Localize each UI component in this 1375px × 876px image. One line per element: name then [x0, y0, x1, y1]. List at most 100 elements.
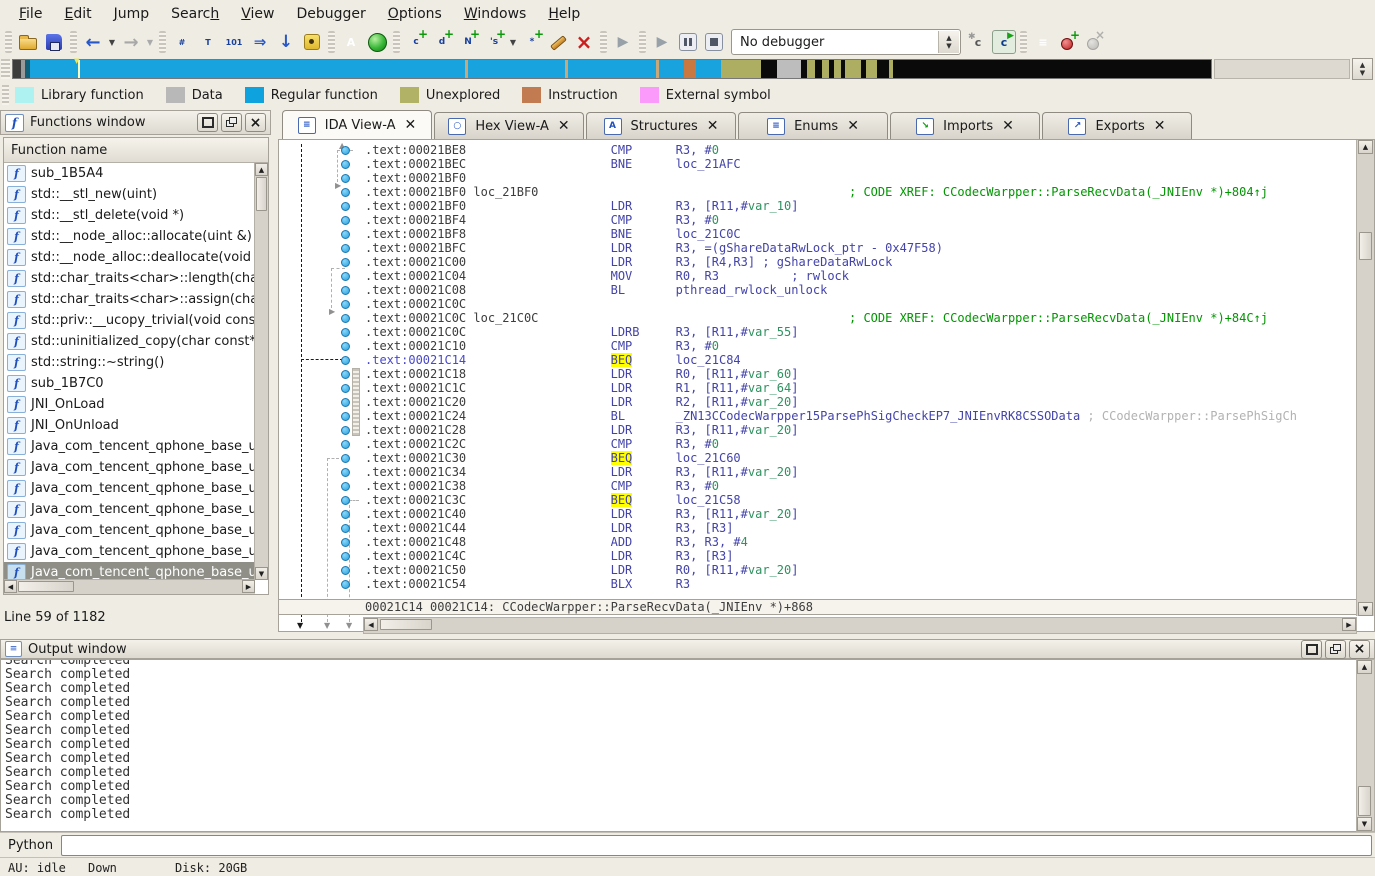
tab-structures[interactable]: AStructures✕ [586, 112, 736, 139]
functions-horizontal-scrollbar[interactable]: ◀ ▶ [4, 579, 255, 594]
scroll-left-icon[interactable]: ◀ [364, 618, 378, 631]
asm-line[interactable]: .text:00021C0CLDRBR3, [R11,#var_55] [365, 325, 1356, 339]
close-icon[interactable] [1349, 640, 1370, 659]
asm-line[interactable]: .text:00021C4CLDRR3, [R3] [365, 549, 1356, 563]
create-code-icon[interactable]: c [404, 30, 428, 54]
scroll-thumb[interactable] [18, 581, 74, 592]
function-item[interactable]: fJava_com_tencent_qphone_base_util_Code [4, 478, 255, 499]
navband-strip[interactable] [12, 59, 1212, 79]
asm-line[interactable]: .text:00021C14BEQloc_21C84 [365, 353, 1356, 367]
search-text-icon[interactable]: T [196, 30, 220, 54]
toolbar-grip[interactable] [1020, 31, 1027, 53]
caret-icon[interactable]: ▼ [107, 30, 117, 54]
debug-run-icon[interactable]: ▶ [650, 30, 674, 54]
asm-line[interactable]: .text:00021C48ADDR3, R3, #4 [365, 535, 1356, 549]
function-item[interactable]: fstd::uninitialized_copy(char const*,cha… [4, 331, 255, 352]
float-icon[interactable] [1325, 640, 1346, 659]
asm-line[interactable]: .text:00021C1CLDRR1, [R11,#var_64] [365, 381, 1356, 395]
function-item[interactable]: fstd::char_traits<char>::length(char con… [4, 268, 255, 289]
output-log[interactable]: Search completedSearch completedSearch c… [0, 659, 1358, 832]
function-item[interactable]: fstd::__node_alloc::deallocate(void *,ui… [4, 247, 255, 268]
menu-item-file[interactable]: File [8, 3, 53, 25]
add-breakpoint-icon[interactable] [1057, 30, 1081, 54]
asm-line[interactable]: .text:00021C18LDRR0, [R11,#var_60] [365, 367, 1356, 381]
asm-line[interactable]: .text:00021C08BLpthread_rwlock_unlock [365, 283, 1356, 297]
disassembly-vertical-scrollbar[interactable]: ▲ ▼ [1356, 140, 1374, 616]
function-name-column-header[interactable]: Function name [4, 138, 268, 163]
tab-exports[interactable]: ↗Exports✕ [1042, 112, 1192, 139]
asm-line[interactable]: .text:00021C50LDRR0, [R11,#var_20] [365, 563, 1356, 577]
scroll-left-icon[interactable]: ◀ [4, 580, 17, 593]
function-item[interactable]: fstd::__node_alloc::allocate(uint &) [4, 226, 255, 247]
asm-line[interactable]: .text:00021BF4CMPR3, #0 [365, 213, 1356, 227]
jump-forward-icon[interactable]: → [119, 30, 143, 54]
output-window-titlebar[interactable]: ≡ Output window [0, 639, 1375, 659]
spin-up-icon[interactable]: ▲ [1360, 61, 1365, 69]
output-vertical-scrollbar[interactable]: ▲ ▼ [1356, 659, 1375, 832]
caret-dim-icon[interactable]: ▼ [145, 30, 155, 54]
open-file-icon[interactable] [16, 30, 40, 54]
disassembly-listing[interactable]: .text:00021BE8CMPR3, #0.text:00021BECBNE… [365, 143, 1356, 593]
scroll-down-icon[interactable]: ▼ [1357, 817, 1372, 831]
asm-line[interactable]: .text:00021C10CMPR3, #0 [365, 339, 1356, 353]
asm-line[interactable]: .text:00021C04MOVR0, R3; rwlock [365, 269, 1356, 283]
function-item[interactable]: fJava_com_tencent_qphone_base_util_Code [4, 436, 255, 457]
search-again-icon[interactable]: ⇒ [248, 30, 272, 54]
function-item[interactable]: fstd::char_traits<char>::assign(char &,c… [4, 289, 255, 310]
legend-grip[interactable] [2, 85, 9, 105]
attach-process-icon[interactable]: c [966, 30, 990, 54]
function-item[interactable]: fsub_1B7C0 [4, 373, 255, 394]
close-icon[interactable]: ✕ [1154, 118, 1166, 134]
menu-item-view[interactable]: View [230, 3, 285, 25]
toolbar-grip[interactable] [393, 31, 400, 53]
scroll-thumb[interactable] [1358, 786, 1371, 816]
functions-window-titlebar[interactable]: f Functions window [0, 110, 271, 135]
scroll-right-icon[interactable]: ▶ [1342, 618, 1356, 631]
tab-ida-view-a[interactable]: ≡IDA View-A✕ [282, 110, 432, 139]
menu-item-windows[interactable]: Windows [453, 3, 538, 25]
asm-line[interactable]: .text:00021C24BL_ZN13CCodecWarpper15Pars… [365, 409, 1356, 423]
asm-line[interactable]: .text:00021BF0 loc_21BF0; CODE XREF: CCo… [365, 185, 1356, 199]
create-name-icon[interactable]: N [456, 30, 480, 54]
function-item[interactable]: fsub_1B5A4 [4, 163, 255, 184]
asm-line[interactable]: .text:00021C34LDRR3, [R11,#var_20] [365, 465, 1356, 479]
toolbar-grip[interactable] [328, 31, 335, 53]
tab-enums[interactable]: ≡Enums✕ [738, 112, 888, 139]
navband-zoom-spinner[interactable]: ▲▼ [1352, 58, 1373, 80]
spin-down-icon[interactable]: ▼ [1360, 69, 1365, 77]
asm-line[interactable]: .text:00021C0C loc_21C0C; CODE XREF: CCo… [365, 311, 1356, 325]
asm-line[interactable]: .text:00021C30BEQloc_21C60 [365, 451, 1356, 465]
asm-line[interactable]: .text:00021BF8BNEloc_21C0C [365, 227, 1356, 241]
delete-item-icon[interactable]: × [572, 30, 596, 54]
asm-line[interactable]: .text:00021C38CMPR3, #0 [365, 479, 1356, 493]
maximize-icon[interactable] [197, 113, 218, 132]
function-item[interactable]: fJava_com_tencent_qphone_base_util_Code [4, 457, 255, 478]
caret-icon[interactable]: ▼ [508, 30, 518, 54]
play-icon[interactable]: ▶ [611, 30, 635, 54]
menu-item-debugger[interactable]: Debugger [285, 3, 376, 25]
save-file-icon[interactable] [42, 30, 66, 54]
create-string-icon[interactable]: 's [482, 30, 506, 54]
edit-item-icon[interactable] [546, 30, 570, 54]
toolbar-grip[interactable] [70, 31, 77, 53]
debug-windows-icon[interactable]: ≡ [1031, 30, 1055, 54]
asm-line[interactable]: .text:00021C3CBEQloc_21C58 [365, 493, 1356, 507]
asm-line[interactable]: .text:00021C40LDRR3, [R11,#var_20] [365, 507, 1356, 521]
asm-line[interactable]: .text:00021BE8CMPR3, #0 [365, 143, 1356, 157]
close-icon[interactable]: ✕ [1002, 118, 1014, 134]
disassembly-horizontal-scrollbar[interactable]: ◀ ▶ [363, 617, 1357, 634]
asm-line[interactable]: .text:00021BF0 [365, 171, 1356, 185]
asm-line[interactable]: .text:00021C44LDRR3, [R3] [365, 521, 1356, 535]
asm-line[interactable]: .text:00021BFCLDRR3, =(gShareDataRwLock_… [365, 241, 1356, 255]
asm-line[interactable]: .text:00021BECBNEloc_21AFC [365, 157, 1356, 171]
create-star-icon[interactable]: * [520, 30, 544, 54]
menu-item-help[interactable]: Help [537, 3, 591, 25]
function-item[interactable]: fstd::__stl_delete(void *) [4, 205, 255, 226]
scroll-down-icon[interactable]: ▼ [255, 567, 268, 580]
scroll-thumb[interactable] [256, 177, 267, 211]
flag-a-icon[interactable]: A [339, 30, 363, 54]
highlight-lock-icon[interactable] [300, 30, 324, 54]
scroll-up-icon[interactable]: ▲ [1357, 660, 1372, 674]
menu-item-jump[interactable]: Jump [103, 3, 161, 25]
jump-address-icon[interactable]: ↓ [274, 30, 298, 54]
